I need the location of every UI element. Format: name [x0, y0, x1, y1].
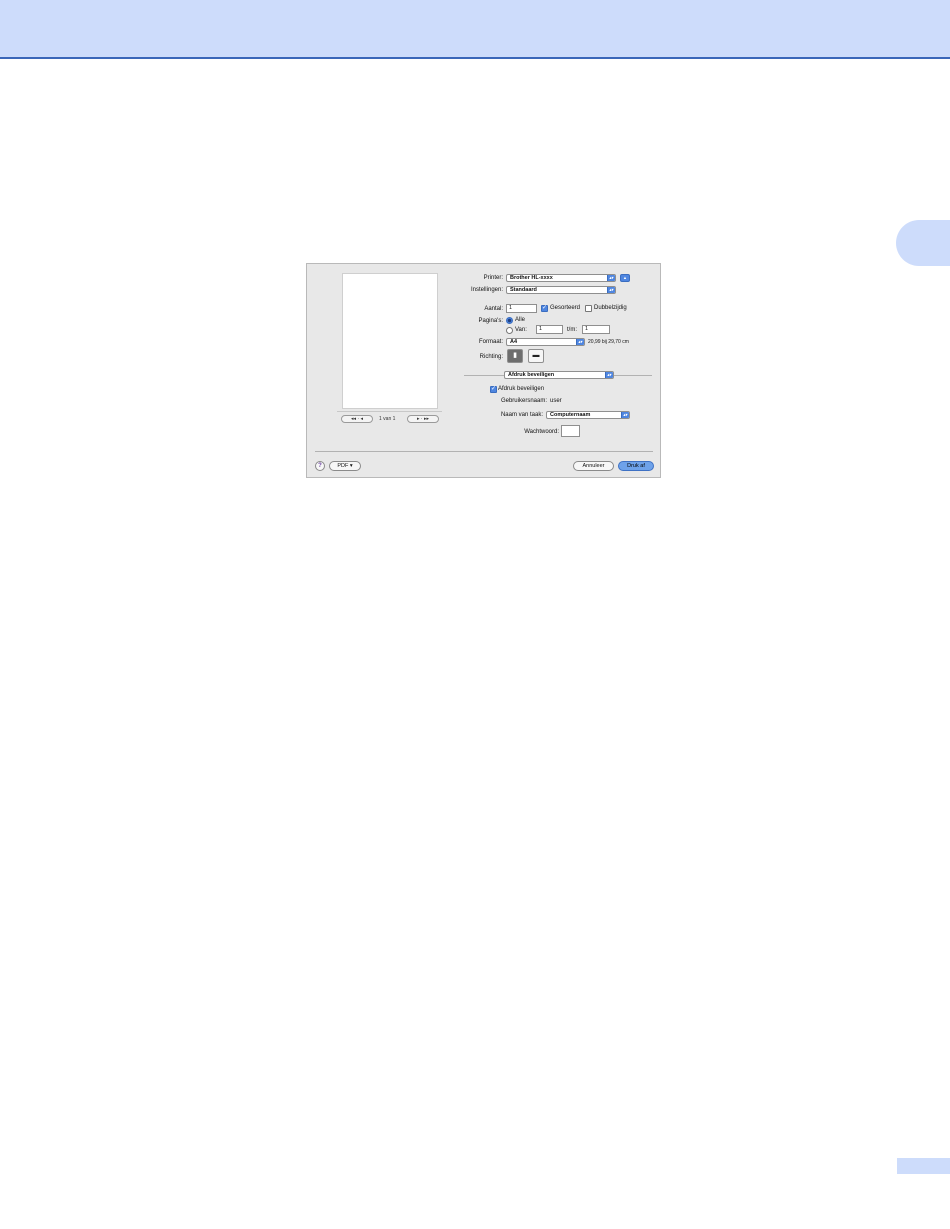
expand-dialog-button[interactable]: ▲: [620, 274, 630, 282]
print-dialog: ◂◂ · ◂ 1 van 1 ▸ · ▸▸ Printer: Brother H…: [306, 263, 661, 478]
secure-print-checkbox[interactable]: ✓: [490, 386, 497, 393]
secure-print-label: Afdruk beveiligen: [498, 386, 545, 392]
job-name-label: Naam van taak:: [500, 412, 543, 418]
printer-label: Printer:: [483, 275, 503, 281]
preview-next-buttons[interactable]: ▸ · ▸▸: [407, 415, 439, 423]
duplex-checkbox[interactable]: [585, 305, 592, 312]
preview-prev-buttons[interactable]: ◂◂ · ◂: [341, 415, 373, 423]
pdf-menu-button[interactable]: PDF ▾: [329, 461, 361, 471]
paper-size-label: Formaat:: [478, 339, 503, 345]
copies-label: Aantal:: [484, 306, 503, 312]
pages-from-input[interactable]: 1: [536, 325, 563, 334]
settings-value: Standaard: [510, 287, 537, 293]
duplex-label: Dubbelzijdig: [594, 305, 627, 311]
pages-from-label: Van:: [515, 327, 527, 333]
panel-value: Afdruk beveiligen: [508, 372, 555, 378]
landscape-orientation-button[interactable]: ▬: [528, 349, 544, 363]
page-preview: [342, 273, 438, 409]
settings-popup[interactable]: Standaard ▴▾: [506, 286, 616, 294]
portrait-orientation-button[interactable]: ▮: [507, 349, 523, 363]
preview-divider: [337, 411, 442, 412]
popup-arrows-icon: ▴▾: [576, 339, 584, 345]
cancel-button[interactable]: Annuleer: [573, 461, 614, 471]
page-number-box: [897, 1158, 950, 1174]
footer-divider: [315, 451, 653, 452]
chapter-tab: [896, 220, 950, 266]
pages-to-label: t/m:: [567, 327, 577, 333]
pages-label: Pagina's:: [478, 318, 504, 324]
settings-label: Instellingen:: [470, 287, 503, 293]
popup-arrows-icon: ▴▾: [607, 287, 615, 293]
portrait-icon: ▮: [513, 352, 517, 359]
landscape-icon: ▬: [532, 352, 540, 359]
collated-label: Gesorteerd: [550, 305, 581, 311]
printer-value: Brother HL-xxxx: [510, 275, 553, 281]
print-button[interactable]: Druk af: [618, 461, 654, 471]
pages-all-radio[interactable]: [506, 317, 513, 324]
pages-range-radio[interactable]: [506, 327, 513, 334]
pages-all-label: Alle: [515, 317, 526, 323]
popup-arrows-icon: ▴▾: [605, 372, 613, 378]
job-name-popup[interactable]: Computernaam ▴▾: [546, 411, 630, 419]
preview-page-label: 1 van 1: [379, 416, 396, 422]
password-label: Wachtwoord:: [524, 429, 559, 435]
popup-arrows-icon: ▴▾: [607, 275, 615, 281]
job-name-value: Computernaam: [550, 412, 591, 418]
orientation-label: Richting:: [479, 354, 503, 360]
copies-input[interactable]: 1: [506, 304, 537, 313]
paper-size-popup[interactable]: A4 ▴▾: [506, 338, 585, 346]
printer-popup[interactable]: Brother HL-xxxx ▴▾: [506, 274, 616, 282]
help-button[interactable]: ?: [315, 461, 325, 471]
pages-to-input[interactable]: 1: [582, 325, 610, 334]
header-band: [0, 0, 950, 59]
paper-dimensions: 20,99 bij 29,70 cm: [588, 339, 629, 345]
password-input[interactable]: [561, 425, 580, 437]
username-label: Gebruikersnaam:: [500, 398, 547, 404]
popup-arrows-icon: ▴▾: [621, 412, 629, 418]
paper-size-value: A4: [510, 339, 518, 345]
username-value: user: [550, 398, 562, 404]
collated-checkbox[interactable]: ✓: [541, 305, 548, 312]
panel-popup[interactable]: Afdruk beveiligen ▴▾: [504, 371, 614, 379]
